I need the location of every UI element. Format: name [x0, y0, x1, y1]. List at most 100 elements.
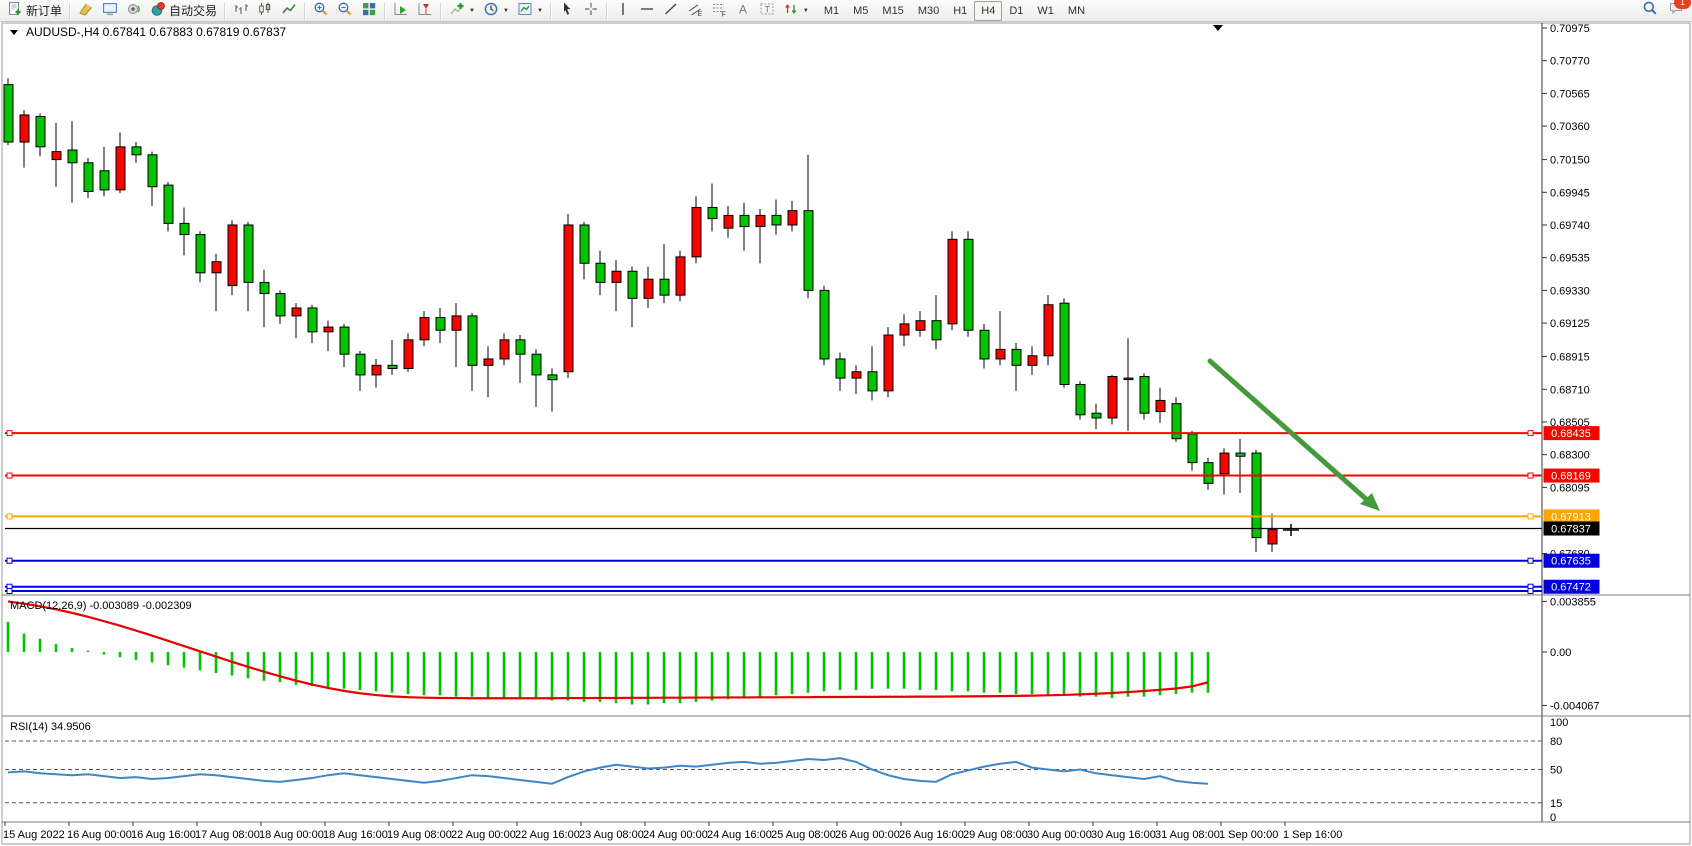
text-button[interactable]: A	[731, 0, 755, 22]
candle	[68, 150, 77, 163]
candle	[148, 155, 157, 187]
price-level-badge-label: 0.67472	[1551, 582, 1591, 594]
candle	[468, 316, 477, 365]
bar-chart-button[interactable]	[229, 0, 253, 22]
rsi-tick-label: 15	[1550, 798, 1562, 810]
timeframe-group: M1M5M15M30H1H4D1W1MN	[817, 1, 1092, 21]
candle	[100, 171, 109, 190]
terminal-icon	[102, 1, 118, 20]
candle	[1028, 356, 1037, 366]
trendline-button[interactable]	[659, 0, 683, 22]
timeframe-m1[interactable]: M1	[817, 1, 846, 21]
zoom-out-button[interactable]	[333, 0, 357, 22]
periods-button[interactable]: ▼	[479, 0, 513, 22]
timeframe-m5[interactable]: M5	[846, 1, 875, 21]
styler-button[interactable]	[74, 0, 98, 22]
time-label: 26 Aug 16:00	[899, 829, 964, 841]
time-label: 30 Aug 16:00	[1091, 829, 1156, 841]
candle	[868, 372, 877, 391]
price-tick-label: 0.70565	[1550, 88, 1590, 100]
candle	[996, 349, 1005, 359]
chevron-down-icon[interactable]: ▼	[803, 8, 809, 14]
line-handle[interactable]	[1528, 431, 1533, 436]
vline-button[interactable]	[611, 0, 635, 22]
chevron-down-icon[interactable]: ▼	[503, 8, 509, 14]
candle	[692, 207, 701, 256]
new-order-icon	[7, 1, 23, 20]
timeframe-d1[interactable]: D1	[1002, 1, 1030, 21]
line-handle[interactable]	[7, 514, 12, 519]
rsi-tick-label: 50	[1550, 765, 1562, 777]
time-label: 15 Aug 2022	[3, 829, 65, 841]
label-button[interactable]: T	[755, 0, 779, 22]
indicators-button[interactable]: ▼	[445, 0, 479, 22]
line-handle[interactable]	[7, 473, 12, 478]
candle	[1236, 453, 1245, 456]
line-handle[interactable]	[7, 431, 12, 436]
candle	[164, 185, 173, 223]
candle	[196, 235, 205, 273]
time-label: 16 Aug 16:00	[131, 829, 196, 841]
chart-area[interactable]: 0.709750.707700.705650.703600.701500.699…	[0, 22, 1692, 846]
candle	[372, 365, 381, 375]
timeframe-w1[interactable]: W1	[1030, 1, 1061, 21]
timeframe-mn[interactable]: MN	[1061, 1, 1092, 21]
line-chart-button[interactable]	[277, 0, 301, 22]
candle	[580, 225, 589, 263]
templates-button[interactable]: ▼	[513, 0, 547, 22]
line-handle[interactable]	[7, 558, 12, 563]
candle	[1076, 384, 1085, 414]
zoom-in-button[interactable]	[309, 0, 333, 22]
line-handle[interactable]	[1528, 473, 1533, 478]
toolbar-right: 1	[1642, 0, 1684, 21]
chevron-down-icon[interactable]: ▼	[537, 8, 543, 14]
time-label: 30 Aug 00:00	[1027, 829, 1092, 841]
time-label: 24 Aug 16:00	[707, 829, 772, 841]
sound-icon	[126, 1, 142, 20]
cursor-button[interactable]	[555, 0, 579, 22]
timeframe-h4[interactable]: H4	[974, 1, 1002, 21]
timeframe-m15[interactable]: M15	[875, 1, 910, 21]
auto-scroll-button[interactable]	[389, 0, 413, 22]
terminal-button[interactable]	[98, 0, 122, 22]
candle	[660, 279, 669, 295]
line-handle[interactable]	[1528, 558, 1533, 563]
candle-chart-button[interactable]	[253, 0, 277, 22]
bid-price-badge-label: 0.67837	[1551, 524, 1591, 536]
fibonacci-button[interactable]: F	[707, 0, 731, 22]
time-label: 17 Aug 08:00	[195, 829, 260, 841]
time-label: 26 Aug 00:00	[835, 829, 900, 841]
candle	[772, 215, 781, 225]
price-tick-label: 0.68915	[1550, 352, 1590, 364]
candle	[132, 147, 141, 155]
new-order-label: 新订单	[26, 2, 62, 19]
toolbar-separator	[224, 3, 226, 19]
price-tick-label: 0.69945	[1550, 187, 1590, 199]
candle	[708, 207, 717, 218]
price-tick-label: 0.69330	[1550, 285, 1590, 297]
notification-badge: 1	[1674, 0, 1691, 9]
hline-button[interactable]	[635, 0, 659, 22]
channel-button[interactable]: E	[683, 0, 707, 22]
alerts-button[interactable]	[122, 0, 146, 22]
line-handle[interactable]	[1528, 514, 1533, 519]
time-label: 19 Aug 08:00	[387, 829, 452, 841]
tile-windows-button[interactable]	[357, 0, 381, 22]
timeframe-m30[interactable]: M30	[911, 1, 946, 21]
price-level-badge-label: 0.68169	[1551, 471, 1591, 483]
notifications-button[interactable]: 1	[1668, 0, 1684, 21]
candle	[1188, 434, 1197, 463]
search-icon[interactable]	[1642, 0, 1658, 21]
autotrading-button[interactable]: 自动交易	[146, 0, 221, 22]
arrows-button[interactable]: ▼	[779, 0, 813, 22]
timeframe-h1[interactable]: H1	[946, 1, 974, 21]
candle	[228, 225, 237, 286]
new-order-button[interactable]: 新订单	[3, 0, 66, 22]
chart-shift-button[interactable]	[413, 0, 437, 22]
crosshair-button[interactable]	[579, 0, 603, 22]
line-handle[interactable]	[1528, 589, 1533, 594]
line-handle[interactable]	[7, 589, 12, 594]
rsi-label: RSI(14) 34.9506	[10, 721, 91, 733]
candle	[788, 211, 797, 225]
chevron-down-icon[interactable]: ▼	[469, 8, 475, 14]
